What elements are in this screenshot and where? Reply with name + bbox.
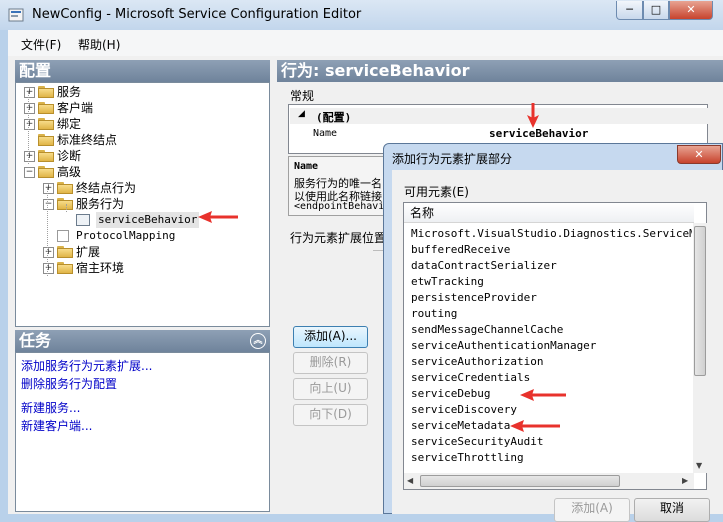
task-new-service-link[interactable]: 新建服务...	[21, 399, 80, 416]
expand-icon[interactable]: +	[24, 87, 35, 98]
scroll-left-icon[interactable]: ◀	[407, 476, 413, 485]
extension-position-label: 行为元素扩展位置	[290, 231, 387, 245]
tree-connector	[66, 204, 67, 212]
list-item[interactable]: serviceMetadata	[411, 418, 510, 434]
tree-connector	[28, 92, 29, 164]
move-down-button[interactable]: 向下(D)	[293, 404, 368, 426]
remove-extension-button[interactable]: 删除(R)	[293, 352, 368, 374]
list-item[interactable]: serviceSecurityAudit	[411, 434, 543, 450]
tree-connector	[47, 188, 48, 276]
folder-icon	[38, 118, 54, 130]
list-item[interactable]: serviceDebug	[411, 386, 490, 402]
property-category: (配置)	[316, 111, 352, 124]
tree-item-label: serviceBehavior	[96, 212, 200, 228]
menu-file[interactable]: 文件(F)	[21, 36, 61, 53]
list-item[interactable]: serviceAuthenticationManager	[411, 338, 596, 354]
property-name-label: Name	[313, 128, 338, 139]
list-item[interactable]: dataContractSerializer	[411, 258, 557, 274]
scroll-down-icon[interactable]: ▼	[696, 461, 702, 470]
folder-icon	[38, 134, 54, 146]
close-window-button[interactable]: ✕	[669, 1, 713, 20]
tasks-list: 添加服务行为元素扩展... 删除服务行为配置 新建服务... 新建客户端...	[15, 352, 270, 512]
task-add-extension-link[interactable]: 添加服务行为元素扩展...	[21, 357, 152, 374]
folder-icon	[57, 246, 73, 258]
list-item[interactable]: Microsoft.VisualStudio.Diagnostics.Servi…	[411, 226, 692, 242]
app-icon	[8, 7, 24, 23]
annotation-arrow-metadata	[510, 420, 560, 432]
tree-item-label: 服务行为	[76, 197, 125, 211]
horizontal-scroll-thumb[interactable]	[420, 475, 620, 487]
annotation-arrow-grid	[527, 103, 539, 128]
tree-item-label: ProtocolMapping	[76, 229, 176, 242]
list-item[interactable]: persistenceProvider	[411, 290, 537, 306]
general-section-label: 常规	[290, 89, 315, 103]
list-item[interactable]: sendMessageChannelCache	[411, 322, 563, 338]
window-title: NewConfig - Microsoft Service Configurat…	[32, 7, 362, 22]
list-item[interactable]: serviceCredentials	[411, 370, 530, 386]
folder-icon	[38, 86, 54, 98]
list-item[interactable]: etwTracking	[411, 274, 484, 290]
menu-bar: 文件(F) 帮助(H)	[8, 30, 723, 56]
task-delete-behavior-link[interactable]: 删除服务行为配置	[21, 375, 117, 392]
list-item[interactable]: routing	[411, 306, 457, 322]
tree-item-label: 客户端	[57, 101, 94, 115]
property-description: Name 服务行为的唯一名 以使用此名称链接 <endpointBehavi	[288, 156, 398, 216]
behavior-config-icon	[76, 214, 90, 226]
task-new-client-link[interactable]: 新建客户端...	[21, 417, 92, 434]
folder-icon	[38, 166, 54, 178]
list-item[interactable]: bufferedReceive	[411, 242, 510, 258]
folder-icon	[57, 182, 73, 194]
list-item[interactable]: serviceThrottling	[411, 450, 524, 466]
folder-icon	[57, 262, 73, 274]
config-heading: 配置	[15, 60, 270, 82]
collapse-icon[interactable]: −	[24, 167, 35, 178]
move-up-button[interactable]: 向上(U)	[293, 378, 368, 400]
expand-icon[interactable]: +	[24, 103, 35, 114]
collapse-icon[interactable]: ︽	[250, 333, 266, 349]
expand-icon[interactable]: +	[24, 119, 35, 130]
description-title: Name	[294, 161, 319, 172]
dialog-add-button[interactable]: 添加(A)	[554, 498, 630, 522]
expand-icon[interactable]: +	[43, 247, 54, 258]
tree-item-label: 服务	[57, 85, 82, 99]
scroll-right-icon[interactable]: ▶	[682, 476, 688, 485]
folder-icon	[57, 198, 73, 210]
collapse-icon[interactable]: −	[43, 199, 54, 210]
name-column-header[interactable]: 名称	[404, 203, 694, 223]
minimize-button[interactable]: ─	[616, 1, 643, 20]
collapse-triangle-icon[interactable]: ◢	[298, 109, 305, 119]
menu-help[interactable]: 帮助(H)	[78, 36, 120, 53]
dialog-title: 添加行为元素扩展部分	[392, 152, 513, 166]
tree-item-label: 绑定	[57, 117, 82, 131]
available-elements-label: 可用元素(E)	[404, 185, 469, 199]
tree-item-label: 高级	[57, 165, 82, 179]
folder-icon	[38, 150, 54, 162]
tree-item-label: 宿主环境	[76, 261, 125, 275]
description-line-3: <endpointBehavi	[294, 201, 385, 212]
add-extension-button[interactable]: 添加(A)...	[293, 326, 368, 348]
dialog-close-button[interactable]: ✕	[677, 145, 721, 164]
property-category-row[interactable]: ◢ (配置)	[290, 108, 708, 124]
document-icon	[57, 230, 69, 242]
vertical-scroll-thumb[interactable]	[694, 226, 706, 376]
tree-item-label: 诊断	[57, 149, 82, 163]
expand-icon[interactable]: +	[43, 183, 54, 194]
tasks-heading-label: 任务	[19, 331, 52, 350]
tasks-heading: 任务 ︽	[15, 330, 270, 352]
folder-icon	[38, 102, 54, 114]
behavior-heading: 行为: serviceBehavior	[277, 60, 723, 82]
tree-item-label: 标准终结点	[57, 133, 118, 147]
tree-item-label: 终结点行为	[76, 181, 137, 195]
expand-icon[interactable]: +	[24, 151, 35, 162]
dialog-cancel-button[interactable]: 取消	[634, 498, 710, 522]
list-item[interactable]: serviceDiscovery	[411, 402, 517, 418]
tree-item-label: 扩展	[76, 245, 101, 259]
expand-icon[interactable]: +	[43, 263, 54, 274]
maximize-button[interactable]: □	[643, 1, 669, 20]
list-item[interactable]: serviceAuthorization	[411, 354, 543, 370]
annotation-arrow-tree	[198, 211, 238, 223]
annotation-arrow-debug	[520, 389, 566, 401]
